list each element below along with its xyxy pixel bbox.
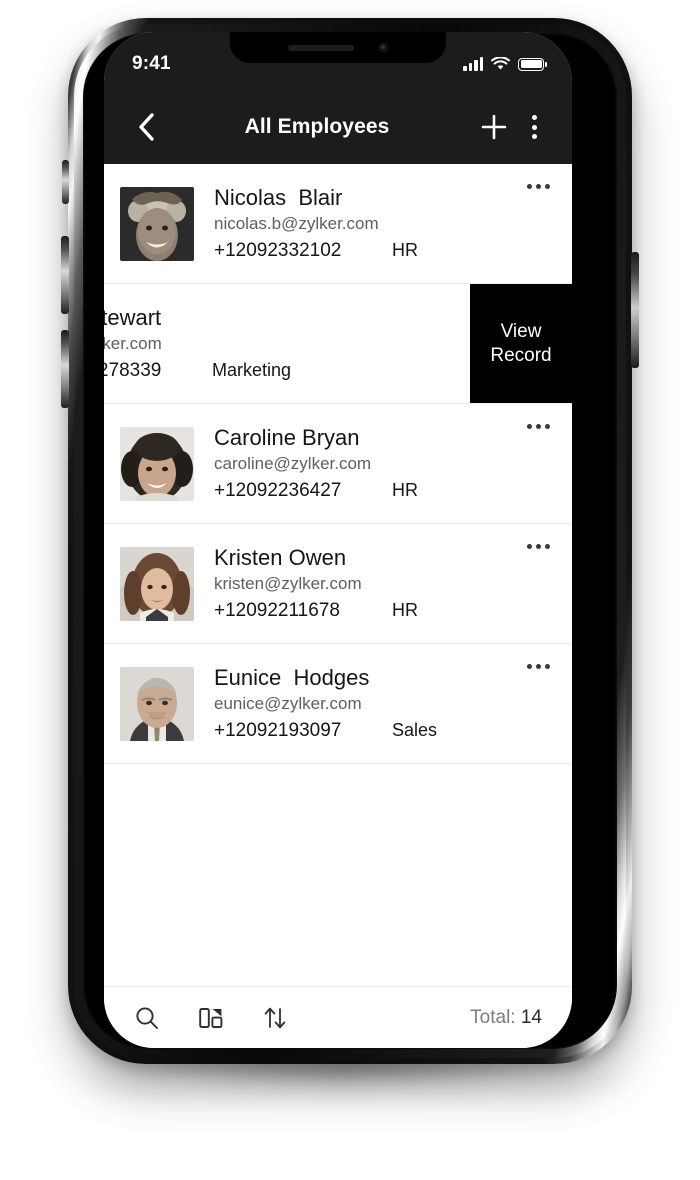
- table-row[interactable]: Kristen Owen kristen@zylker.com +1209221…: [104, 524, 572, 644]
- row-content[interactable]: Lucy Stewart lucy@zylker.com +1209227833…: [104, 284, 470, 403]
- employee-phone: +12092193097: [214, 719, 342, 741]
- employee-email: eunice@zylker.com: [214, 693, 362, 713]
- row-overflow-button[interactable]: [518, 424, 558, 429]
- row-meta: +12092278339 Marketing: [104, 360, 470, 382]
- employee-phone: +12092278339: [104, 359, 162, 381]
- row-details: Lucy Stewart lucy@zylker.com +1209227833…: [104, 305, 470, 382]
- employee-department: Sales: [392, 719, 438, 740]
- row-meta: +12092236427 HR: [214, 480, 518, 502]
- app-nav-bar: All Employees: [104, 90, 572, 164]
- earpiece-speaker-icon: [287, 44, 354, 51]
- employee-email: lucy@zylker.com: [104, 333, 162, 353]
- photo-older-man-grey-hair-suit: [120, 666, 194, 741]
- avatar: [120, 666, 194, 741]
- chevron-left-icon: [139, 113, 154, 141]
- employee-phone: +12092236427: [214, 479, 342, 501]
- table-row[interactable]: View Record Lucy Stewart lucy@zylker.com…: [104, 284, 572, 404]
- page-title: All Employees: [244, 115, 390, 138]
- view-record-action-button[interactable]: View Record: [470, 284, 572, 403]
- cellular-signal-icon: [463, 56, 483, 71]
- search-button[interactable]: [130, 1001, 164, 1035]
- total-count-value: 14: [520, 1006, 542, 1028]
- employee-email: nicolas.b@zylker.com: [214, 213, 379, 233]
- employee-email: caroline@zylker.com: [214, 453, 372, 473]
- avatar: [120, 546, 194, 621]
- row-overflow-icon: [526, 184, 532, 189]
- total-count-label: Total: 14: [470, 1007, 546, 1029]
- row-details: Caroline Bryan caroline@zylker.com +1209…: [194, 425, 518, 502]
- row-content[interactable]: Caroline Bryan caroline@zylker.com +1209…: [104, 404, 572, 523]
- power-button[interactable]: [631, 252, 639, 368]
- employee-department: HR: [392, 239, 418, 260]
- volume-down-button[interactable]: [61, 330, 69, 408]
- add-employee-button[interactable]: [472, 105, 516, 149]
- sort-arrows-icon: [264, 1007, 286, 1028]
- employee-email: kristen@zylker.com: [214, 573, 362, 593]
- row-details: Nicolas Blair nicolas.b@zylker.com +1209…: [194, 185, 518, 262]
- sort-button[interactable]: [258, 1001, 292, 1035]
- row-overflow-button[interactable]: [518, 544, 558, 549]
- employee-name: Nicolas Blair: [214, 185, 343, 211]
- row-meta: +12092332102 HR: [214, 240, 518, 262]
- employee-name: Kristen Owen: [214, 545, 347, 571]
- battery-full-icon: [518, 57, 547, 71]
- mute-switch-button[interactable]: [62, 160, 69, 204]
- view-layout-button[interactable]: [194, 1001, 228, 1035]
- volume-up-button[interactable]: [61, 236, 69, 314]
- row-overflow-icon: [526, 424, 532, 429]
- photo-woman-dark-curly-hair: [120, 426, 194, 501]
- bottom-toolbar: Total: 14: [104, 986, 572, 1048]
- overflow-menu-button[interactable]: [516, 105, 552, 149]
- total-label-text: Total:: [470, 1006, 521, 1028]
- search-icon: [136, 1006, 158, 1029]
- row-overflow-icon: [526, 544, 532, 549]
- employee-name: Lucy Stewart: [104, 305, 162, 331]
- row-content[interactable]: Kristen Owen kristen@zylker.com +1209221…: [104, 524, 572, 643]
- row-overflow-button[interactable]: [518, 664, 558, 669]
- table-row[interactable]: Eunice Hodges eunice@zylker.com +1209219…: [104, 644, 572, 764]
- phone-screen: 9:41 All Employees Nicolas Blair nicolas…: [104, 32, 572, 1048]
- row-details: Eunice Hodges eunice@zylker.com +1209219…: [194, 665, 518, 742]
- overflow-menu-icon: [531, 115, 537, 120]
- plus-icon: [481, 114, 507, 140]
- row-content[interactable]: Nicolas Blair nicolas.b@zylker.com +1209…: [104, 164, 572, 283]
- status-bar-icons: [463, 56, 547, 71]
- employee-list[interactable]: Nicolas Blair nicolas.b@zylker.com +1209…: [104, 164, 572, 986]
- photo-woman-long-brown-hair: [120, 546, 194, 621]
- photo-young-man-curly-hair: [120, 186, 194, 261]
- employee-department: HR: [392, 599, 418, 620]
- row-overflow-button[interactable]: [518, 184, 558, 189]
- employee-phone: +12092211678: [214, 599, 340, 621]
- avatar: [120, 426, 194, 501]
- row-content[interactable]: Eunice Hodges eunice@zylker.com +1209219…: [104, 644, 572, 763]
- table-row[interactable]: Caroline Bryan caroline@zylker.com +1209…: [104, 404, 572, 524]
- status-bar-time: 9:41: [132, 53, 171, 74]
- row-meta: +12092211678 HR: [214, 600, 518, 622]
- table-row[interactable]: Nicolas Blair nicolas.b@zylker.com +1209…: [104, 164, 572, 284]
- employee-department: HR: [392, 479, 418, 500]
- employee-department: Marketing: [212, 359, 292, 380]
- employee-phone: +12092332102: [214, 239, 342, 261]
- front-camera-icon: [377, 42, 389, 53]
- row-meta: +12092193097 Sales: [214, 720, 518, 742]
- view-layout-icon: [199, 1007, 223, 1028]
- row-details: Kristen Owen kristen@zylker.com +1209221…: [194, 545, 518, 622]
- row-overflow-icon: [526, 664, 532, 669]
- avatar: [120, 186, 194, 261]
- device-notch: [230, 32, 446, 63]
- employee-name: Caroline Bryan: [214, 425, 360, 451]
- wifi-icon: [491, 57, 510, 70]
- employee-name: Eunice Hodges: [214, 665, 370, 691]
